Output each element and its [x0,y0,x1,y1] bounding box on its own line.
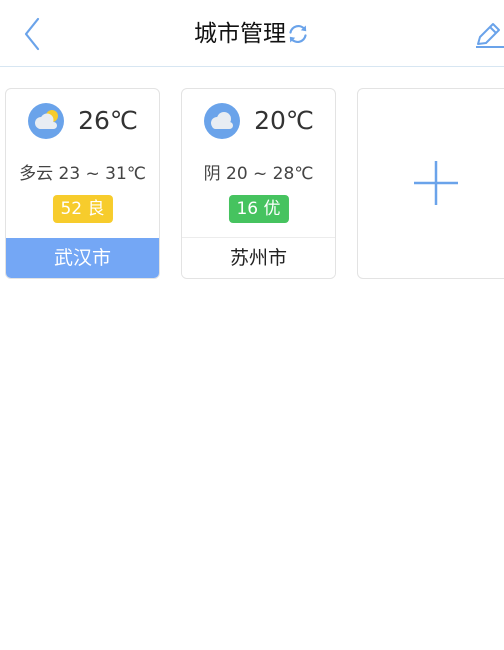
weather-row: 26℃ [6,101,159,141]
page-title: 城市管理 [194,21,286,47]
aqi-badge: 16 优 [228,195,289,223]
top-bar: 城市管理 [0,0,504,67]
city-name: 苏州市 [182,237,335,278]
city-name: 武汉市 [6,238,159,278]
edit-button[interactable] [474,18,504,50]
aqi-badge: 52 良 [52,195,113,223]
forecast-text: 阴 20 ~ 28℃ [203,164,314,184]
weather-row: 20℃ [182,101,335,141]
cloudy-icon [204,103,240,139]
city-card[interactable]: 26℃ 多云 23 ~ 31℃ 52 良 武汉市 [5,88,160,279]
forecast-text: 多云 23 ~ 31℃ [19,164,146,184]
city-card[interactable]: 20℃ 阴 20 ~ 28℃ 16 优 苏州市 [181,88,336,279]
edit-pencil-icon [476,23,504,48]
add-city-card[interactable] [357,88,504,279]
title-area: 城市管理 [0,16,504,52]
refresh-icon[interactable] [286,22,310,46]
current-temperature: 20℃ [254,106,314,135]
current-temperature: 26℃ [78,106,138,135]
partly-cloudy-icon [28,103,64,139]
plus-icon [414,161,458,205]
